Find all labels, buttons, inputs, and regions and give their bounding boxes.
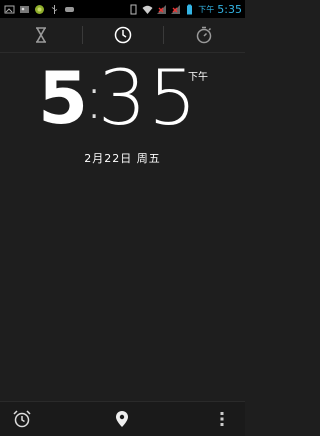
status-bar: 下午 5:35 bbox=[0, 0, 245, 18]
timer-icon bbox=[35, 27, 46, 43]
tab-stopwatch[interactable] bbox=[163, 18, 245, 52]
clock-minutes: 35 bbox=[98, 53, 199, 142]
rotate-icon bbox=[130, 4, 137, 14]
usb-icon bbox=[51, 4, 58, 14]
digital-clock: 5 : 35 下午 bbox=[0, 53, 245, 142]
system-icons: 下午 5:35 bbox=[128, 0, 242, 18]
date-label: 2月22日 周五 bbox=[84, 152, 161, 165]
game-icon bbox=[65, 6, 74, 12]
signal-icon bbox=[171, 4, 181, 14]
status-time: 5:35 bbox=[217, 2, 242, 16]
overflow-menu-button[interactable] bbox=[212, 402, 232, 436]
overflow-menu-icon bbox=[220, 412, 224, 426]
clock-ampm: 下午 bbox=[188, 72, 208, 83]
screenshot-icon bbox=[4, 5, 15, 13]
tab-timer[interactable] bbox=[0, 18, 82, 52]
location-button[interactable] bbox=[108, 402, 136, 436]
wifi-icon bbox=[142, 5, 153, 14]
signal-icon bbox=[157, 4, 167, 14]
bottom-action-bar bbox=[0, 401, 245, 436]
clock-hour: 5 bbox=[38, 56, 89, 140]
clock-icon bbox=[114, 26, 131, 44]
battery-icon bbox=[187, 4, 193, 14]
notification-icons bbox=[0, 4, 75, 15]
clock-tabs bbox=[0, 18, 245, 53]
image-icon bbox=[20, 5, 29, 13]
tab-clock[interactable] bbox=[81, 18, 164, 52]
location-icon bbox=[116, 411, 128, 427]
alarm-icon bbox=[13, 410, 31, 428]
status-ampm: 下午 bbox=[198, 4, 215, 14]
alarm-button[interactable] bbox=[8, 402, 36, 436]
stopwatch-icon bbox=[196, 26, 212, 44]
app-icon bbox=[35, 4, 44, 14]
